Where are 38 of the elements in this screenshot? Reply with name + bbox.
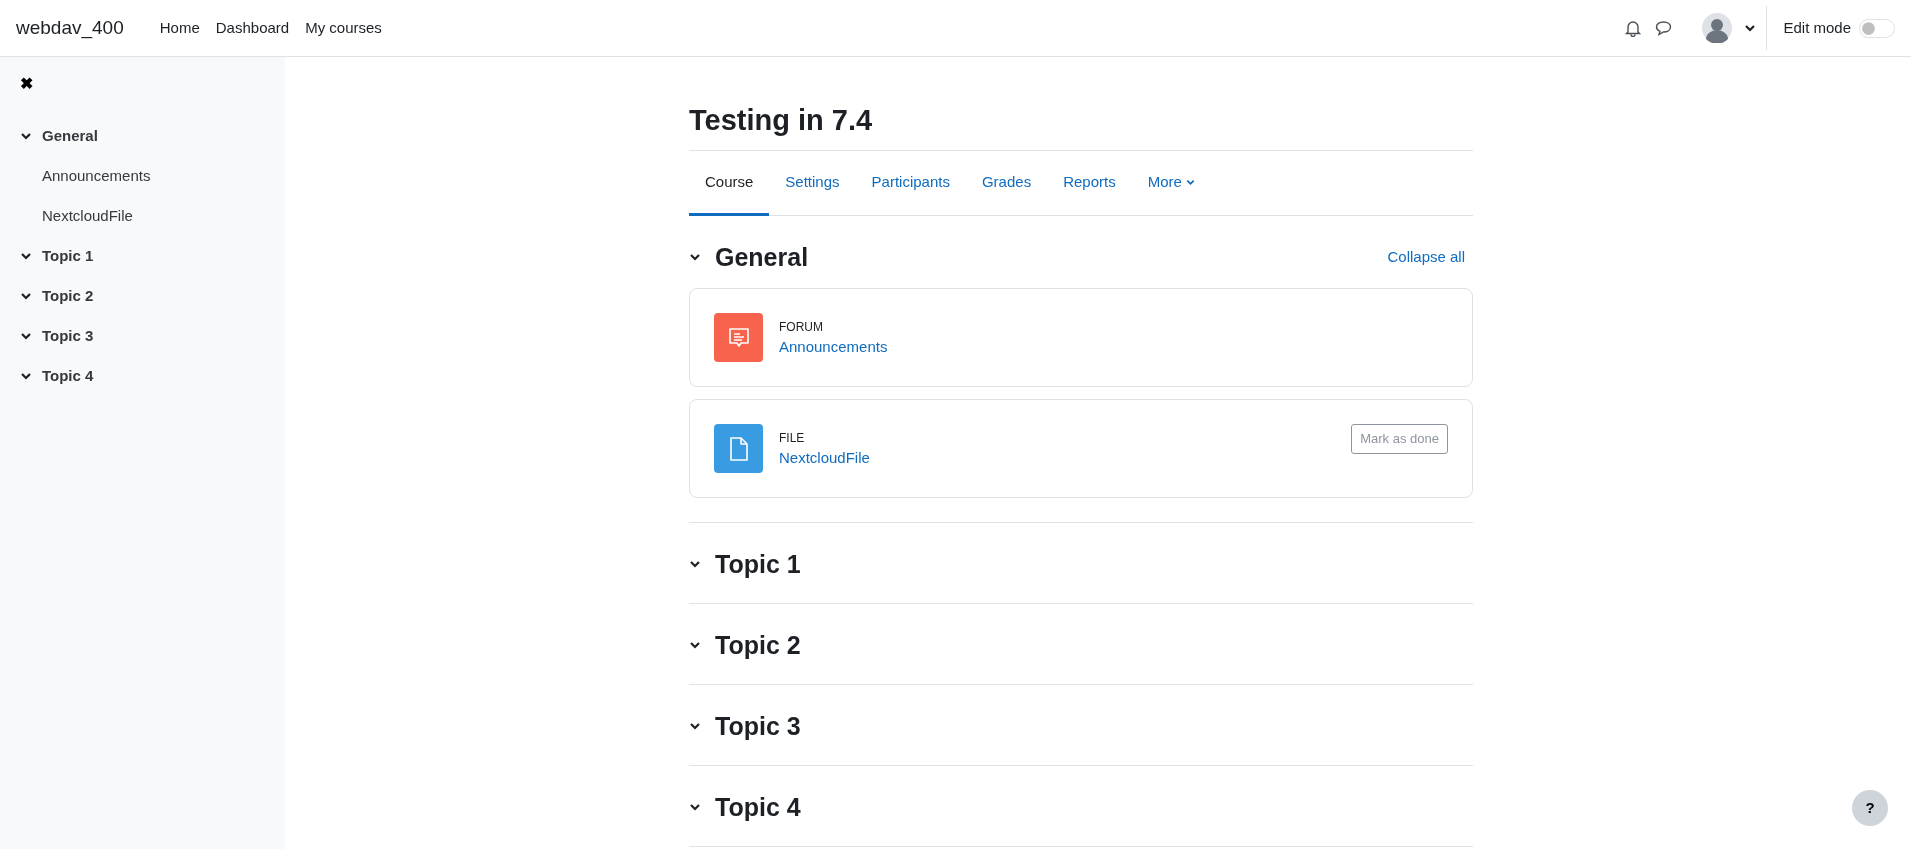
activity-link[interactable]: NextcloudFile	[779, 446, 870, 470]
section-title: Topic 2	[715, 630, 801, 661]
sidebar-activity-item[interactable]: Announcements	[20, 156, 265, 196]
file-icon	[714, 424, 763, 474]
activity-type: FILE	[779, 429, 806, 447]
help-button[interactable]: ?	[1852, 790, 1888, 826]
sidebar-section-item[interactable]: Topic 1	[20, 236, 265, 276]
sidebar-section-item[interactable]: General	[20, 116, 265, 156]
forum-icon	[714, 313, 763, 363]
course-tab[interactable]: Reports	[1047, 150, 1132, 217]
course-tab[interactable]: Grades	[965, 150, 1048, 217]
avatar-icon	[1702, 13, 1733, 43]
edit-mode-switch[interactable]	[1859, 18, 1895, 38]
section-title: Topic 4	[715, 792, 801, 823]
nav-link[interactable]: Dashboard	[215, 16, 290, 40]
sidebar-section-item[interactable]: Topic 3	[20, 316, 265, 356]
nav-link[interactable]: My courses	[305, 16, 382, 40]
speech-bubble-icon	[1655, 20, 1673, 36]
collapse-all-link[interactable]: Collapse all	[1387, 246, 1465, 269]
edit-mode-label: Edit mode	[1783, 17, 1851, 38]
section-title: Topic 3	[715, 711, 801, 742]
more-dropdown[interactable]: More	[1131, 150, 1211, 217]
course-tab[interactable]: Settings	[769, 150, 856, 217]
sidebar-section-item[interactable]: Topic 2	[20, 276, 265, 316]
chevron-down-icon	[1744, 22, 1757, 34]
site-name[interactable]: webdav_400	[16, 13, 124, 43]
nav-link[interactable]: Home	[159, 16, 200, 40]
bell-icon	[1625, 19, 1642, 37]
activity-type: FORUM	[779, 318, 824, 336]
course-title: Testing in 7.4	[689, 103, 874, 138]
sidebar-section-item[interactable]: Topic 4	[20, 356, 265, 396]
course-tab[interactable]: Participants	[855, 150, 966, 217]
activity-link[interactable]: Announcements	[779, 335, 888, 359]
course-tab[interactable]: Course	[689, 150, 770, 217]
close-button[interactable]: ✖	[20, 76, 33, 92]
section-title: General	[715, 242, 809, 273]
sidebar-activity-item[interactable]: NextcloudFile	[20, 196, 265, 236]
section-title: Topic 1	[715, 549, 801, 580]
